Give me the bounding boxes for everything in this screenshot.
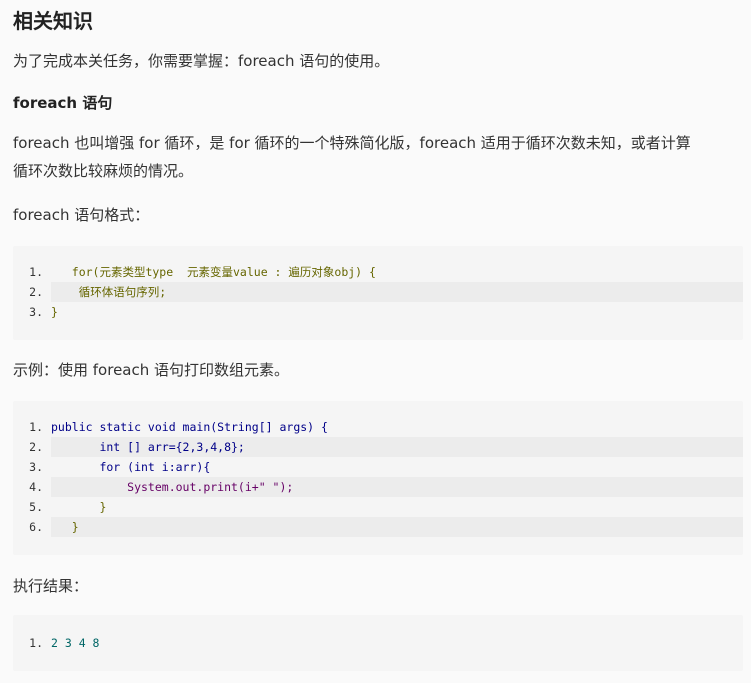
code-text: for(元素类型type 元素变量value : 遍历对象obj) { — [51, 265, 376, 279]
code-line: 2. 循环体语句序列; — [13, 282, 743, 302]
code-line: 1. public static void main(String[] args… — [13, 417, 743, 437]
code-text: for (int i:arr){ — [51, 460, 211, 474]
code-block-result: 1. 2 3 4 8 — [13, 615, 743, 671]
code-line: 2. int [] arr={2,3,4,8}; — [13, 437, 743, 457]
line-number: 6. — [29, 520, 43, 534]
line-number: 3. — [29, 460, 43, 474]
code-text: public static void main(String[] args) { — [51, 420, 328, 434]
code-block-format: 1. for(元素类型type 元素变量value : 遍历对象obj) { 2… — [13, 246, 743, 340]
code-line: 1. 2 3 4 8 — [13, 633, 743, 653]
line-number: 4. — [29, 480, 43, 494]
line-number: 1. — [29, 265, 43, 279]
code-text: 2 3 4 8 — [51, 636, 100, 650]
section-title: 相关知识 — [13, 9, 93, 33]
code-line: 5. } — [13, 497, 743, 517]
result-label: 执行结果： — [13, 577, 89, 595]
code-line: 6. } — [13, 517, 743, 537]
line-number: 2. — [29, 440, 43, 454]
code-line: 4. System.out.print(i+" "); — [13, 477, 743, 497]
code-line: 3. for (int i:arr){ — [13, 457, 743, 477]
code-text: } — [51, 305, 58, 319]
intro-text: 为了完成本关任务，你需要掌握：foreach 语句的使用。 — [13, 52, 390, 70]
code-block-example: 1. public static void main(String[] args… — [13, 401, 743, 555]
code-text: } — [51, 500, 107, 514]
code-line: 3. } — [13, 302, 743, 322]
code-text: 循环体语句序列; — [51, 282, 743, 302]
code-line: 1. for(元素类型type 元素变量value : 遍历对象obj) { — [13, 262, 743, 282]
format-label: foreach 语句格式： — [13, 206, 150, 224]
line-number: 1. — [29, 636, 43, 650]
foreach-desc-line-1: foreach 也叫增强 for 循环，是 for 循环的一个特殊简化版，for… — [13, 134, 691, 152]
foreach-desc-line-2: 循环次数比较麻烦的情况。 — [13, 162, 194, 180]
code-text: System.out.print(i+" "); — [51, 477, 743, 497]
code-text: int [] arr={2,3,4,8}; — [51, 437, 743, 457]
line-number: 3. — [29, 305, 43, 319]
line-number: 5. — [29, 500, 43, 514]
code-text: } — [51, 517, 743, 537]
line-number: 2. — [29, 285, 43, 299]
line-number: 1. — [29, 420, 43, 434]
example-label: 示例：使用 foreach 语句打印数组元素。 — [13, 361, 290, 379]
foreach-heading: foreach 语句 — [13, 94, 113, 112]
